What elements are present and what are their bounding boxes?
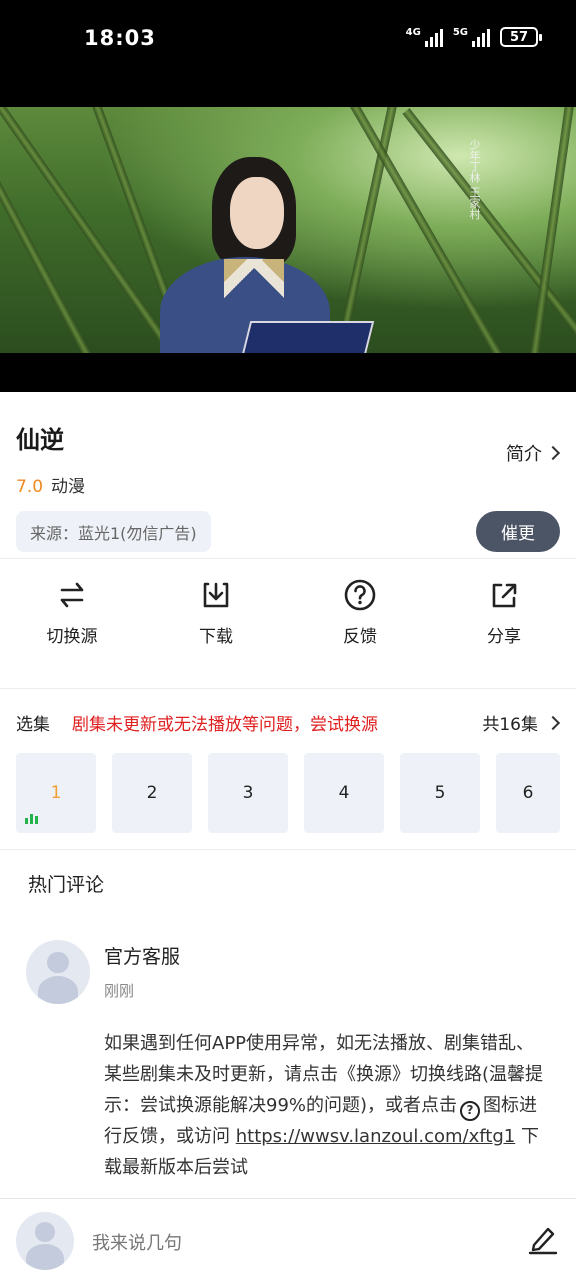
- comment-author: 官方客服: [104, 946, 181, 968]
- score: 7.0: [16, 477, 44, 497]
- switch-source-button[interactable]: 切换源: [0, 578, 144, 678]
- episode-tile[interactable]: 1: [16, 753, 96, 833]
- switch-source-label: 切换源: [46, 627, 98, 647]
- download-label: 下载: [199, 627, 233, 647]
- now-playing-icon: [25, 814, 38, 824]
- episode-tile[interactable]: 5: [400, 753, 480, 833]
- chevron-right-icon: [545, 715, 561, 730]
- feedback-label: 反馈: [343, 627, 377, 647]
- urge-update-button[interactable]: 催更: [476, 511, 560, 552]
- status-bar: 18:03 4G 5G 57: [0, 0, 576, 80]
- share-label: 分享: [487, 627, 521, 647]
- download-icon: [203, 582, 229, 608]
- share-button[interactable]: 分享: [432, 578, 576, 678]
- share-icon: [492, 583, 517, 608]
- battery-level: 57: [509, 29, 529, 45]
- source-label: 来源：蓝光1(勿信广告): [30, 523, 197, 543]
- episode-number: 2: [146, 783, 158, 803]
- download-button[interactable]: 下载: [144, 578, 288, 678]
- chevron-right-icon: [545, 445, 561, 461]
- status-time: 18:03: [84, 26, 156, 50]
- avatar[interactable]: [26, 940, 90, 1004]
- video-calligraphy: 少年丁林 王家村: [468, 139, 481, 220]
- video-frame: 少年丁林 王家村: [0, 107, 576, 353]
- action-bar: 切换源 下载 反馈 分享: [0, 578, 576, 678]
- hot-comments-title: 热门评论: [28, 874, 105, 896]
- cell-signal-4g-icon: 4G: [406, 27, 443, 47]
- episode-number: 6: [522, 783, 534, 803]
- help-icon: ?: [460, 1100, 481, 1121]
- comment-link[interactable]: https://wwsv.lanzoul.com/xftg1: [236, 1126, 515, 1147]
- category: 动漫: [51, 477, 86, 497]
- comment-composer: 我来说几句: [0, 1198, 576, 1280]
- episode-header: 选集 剧集未更新或无法播放等问题，尝试换源 共16集: [0, 708, 576, 736]
- episode-number: 5: [434, 783, 446, 803]
- divider: [0, 558, 576, 559]
- swap-icon: [60, 582, 84, 608]
- feedback-button[interactable]: 反馈: [288, 578, 432, 678]
- episode-list: 1 2 3 4 5 6: [16, 753, 560, 833]
- show-meta: 7.0 动漫: [16, 472, 85, 497]
- comment-text: 如果遇到任何APP使用异常，如无法播放、剧集错乱、某些剧集未及时更新，请点击《换…: [104, 1033, 544, 1178]
- episode-section-title: 选集: [16, 715, 50, 735]
- comment-time: 刚刚: [104, 982, 135, 1000]
- source-selector[interactable]: 来源：蓝光1(勿信广告): [16, 511, 211, 552]
- episode-number: 3: [242, 783, 254, 803]
- episode-number: 1: [50, 783, 62, 803]
- show-title: 仙逆: [16, 426, 64, 454]
- episode-number: 4: [338, 783, 350, 803]
- status-indicators: 4G 5G 57: [406, 27, 542, 47]
- battery-icon: 57: [500, 27, 542, 47]
- help-icon: [344, 579, 376, 611]
- avatar: [16, 1212, 74, 1270]
- episode-tile[interactable]: 4: [304, 753, 384, 833]
- intro-link[interactable]: 简介: [506, 440, 561, 466]
- divider: [0, 849, 576, 850]
- video-player[interactable]: 少年丁林 王家村: [0, 80, 576, 392]
- episode-tile[interactable]: 3: [208, 753, 288, 833]
- episode-tile[interactable]: 6: [496, 753, 560, 833]
- episode-tip: 剧集未更新或无法播放等问题，尝试换源: [72, 715, 378, 735]
- episode-total: 共16集: [482, 715, 538, 735]
- episode-tile[interactable]: 2: [112, 753, 192, 833]
- divider: [0, 688, 576, 689]
- episode-total-link[interactable]: 共16集: [482, 710, 561, 735]
- comment-input[interactable]: 我来说几句: [92, 1229, 182, 1255]
- cell-signal-5g-icon: 5G: [453, 27, 490, 47]
- intro-label: 简介: [506, 444, 542, 465]
- edit-icon[interactable]: [526, 1221, 560, 1255]
